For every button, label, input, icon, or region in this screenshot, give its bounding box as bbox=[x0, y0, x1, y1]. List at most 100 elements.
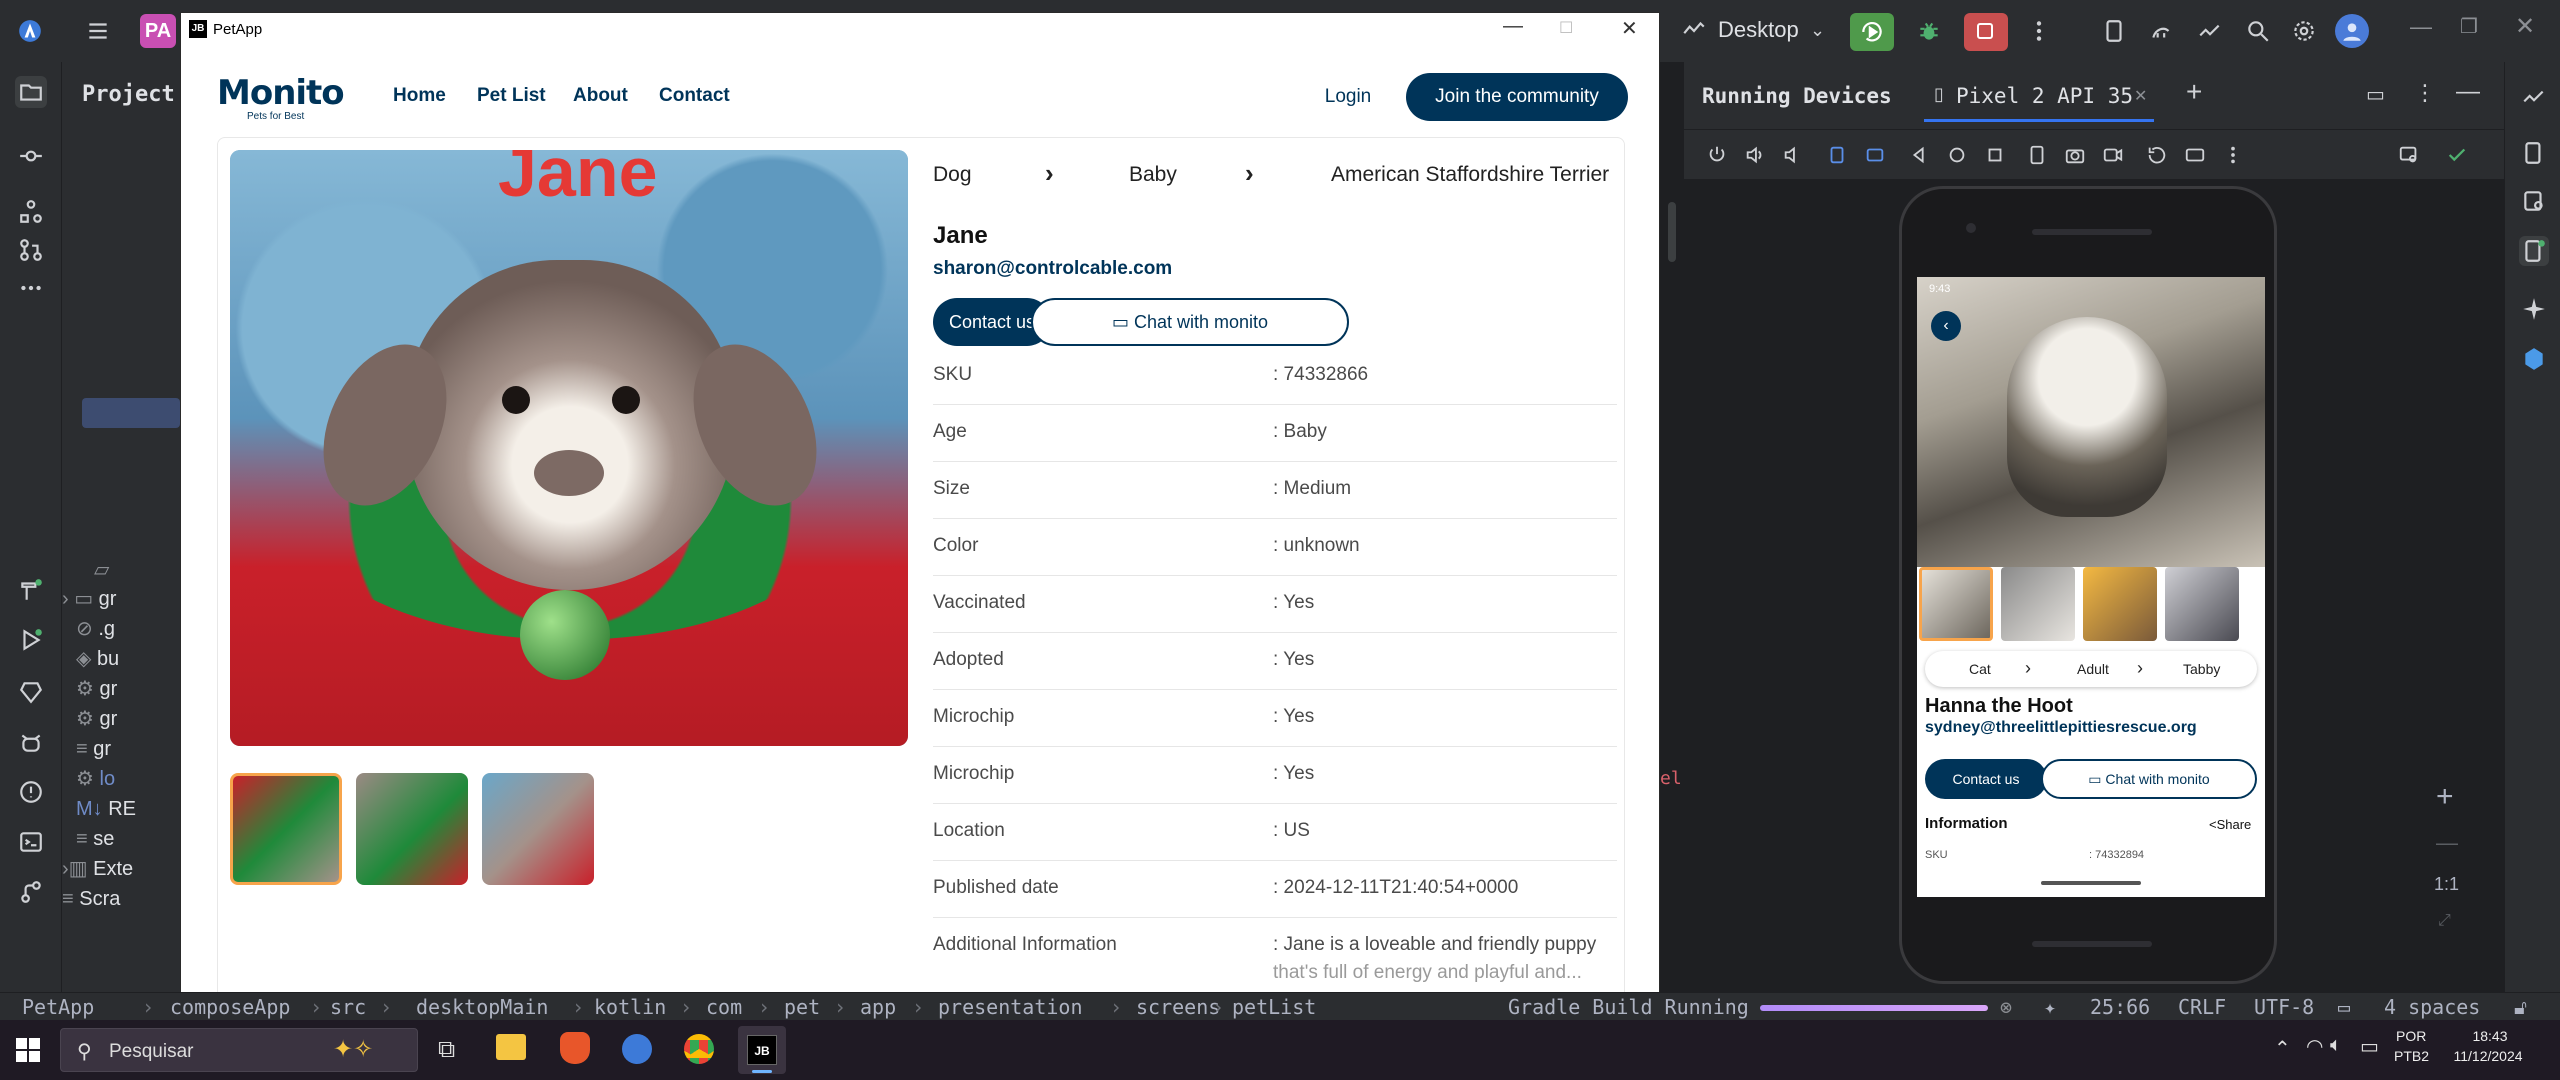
tree-row[interactable]: M↓ RE bbox=[62, 794, 180, 824]
folder-icon[interactable] bbox=[15, 76, 47, 108]
breadcrumb-item[interactable]: kotlin bbox=[594, 995, 666, 1019]
tree-row[interactable]: ≡ gr bbox=[62, 734, 180, 764]
thumbnail[interactable] bbox=[356, 773, 468, 885]
terminal-icon[interactable] bbox=[15, 826, 47, 858]
logcat-icon[interactable] bbox=[15, 726, 47, 758]
breadcrumb-item[interactable]: presentation bbox=[938, 995, 1083, 1019]
join-community-button[interactable]: Join the community bbox=[1406, 73, 1628, 121]
inspect-icon[interactable] bbox=[2396, 142, 2422, 168]
zoom-out-icon[interactable]: — bbox=[2436, 830, 2458, 856]
avatar[interactable] bbox=[2335, 14, 2369, 48]
tab-close-icon[interactable]: ✕ bbox=[2134, 86, 2147, 106]
rotate-left-icon[interactable] bbox=[1824, 142, 1850, 168]
sparkle-icon[interactable] bbox=[2519, 294, 2549, 324]
pet-email[interactable]: sydney@threelittlepittiesrescue.org bbox=[1925, 719, 2197, 737]
breadcrumb-item[interactable]: com bbox=[706, 995, 742, 1019]
crumb[interactable]: Adult bbox=[2077, 661, 2109, 677]
thumbnail[interactable] bbox=[1919, 567, 1993, 641]
clock-time[interactable]: 18:43 bbox=[2460, 1028, 2520, 1044]
breadcrumb-item[interactable]: composeApp bbox=[170, 995, 290, 1019]
crumb-species[interactable]: Dog bbox=[933, 163, 972, 187]
thumbnail[interactable] bbox=[230, 773, 342, 885]
more-vertical-icon[interactable] bbox=[2220, 142, 2246, 168]
overview-icon[interactable] bbox=[1982, 142, 2008, 168]
start-icon[interactable] bbox=[16, 1038, 40, 1062]
contact-button[interactable]: Contact us bbox=[1925, 759, 2047, 799]
nav-pet-list[interactable]: Pet List bbox=[477, 85, 546, 107]
thumbnail[interactable] bbox=[2165, 567, 2239, 641]
notifications-icon[interactable] bbox=[2519, 82, 2549, 112]
run-button[interactable] bbox=[1850, 13, 1894, 51]
task-view-icon[interactable]: ⧉ bbox=[438, 1036, 455, 1064]
crumb-breed[interactable]: American Staffordshire Terrier bbox=[1331, 163, 1609, 187]
back-button[interactable]: ‹ bbox=[1931, 311, 1961, 341]
crumb[interactable]: Tabby bbox=[2183, 661, 2220, 677]
volume-down-icon[interactable] bbox=[1780, 142, 1806, 168]
thumbnail[interactable] bbox=[482, 773, 594, 885]
close-icon[interactable]: ✕ bbox=[2515, 12, 2535, 41]
search-icon[interactable] bbox=[2244, 17, 2272, 45]
android-studio-icon[interactable] bbox=[622, 1034, 652, 1064]
debug-icon[interactable] bbox=[1915, 17, 1943, 45]
problems-icon[interactable] bbox=[15, 776, 47, 808]
breadcrumb-item[interactable]: desktopMain bbox=[416, 995, 548, 1019]
restore-icon[interactable]: ❐ bbox=[2460, 14, 2478, 39]
volume-up-icon[interactable] bbox=[1742, 142, 1768, 168]
login-button[interactable]: Login bbox=[1291, 73, 1405, 121]
power-icon[interactable] bbox=[1704, 142, 1730, 168]
ai-icon[interactable]: ✦ bbox=[2044, 995, 2056, 1019]
chat-button[interactable]: ▭ Chat with monito bbox=[1031, 298, 1349, 346]
app-logo-icon[interactable] bbox=[16, 17, 44, 45]
hide-panel-icon[interactable]: — bbox=[2456, 78, 2480, 106]
tree-row[interactable]: ▱ bbox=[62, 555, 180, 585]
gear-icon[interactable] bbox=[2290, 17, 2318, 45]
reset-icon[interactable] bbox=[2144, 142, 2170, 168]
device-selector[interactable]: Desktop bbox=[1718, 17, 1799, 43]
breadcrumb-item[interactable]: PetApp bbox=[22, 995, 94, 1019]
tree-row[interactable]: ≡ se bbox=[62, 824, 180, 854]
breadcrumb-item[interactable]: petList bbox=[1232, 995, 1316, 1019]
crumb-age[interactable]: Baby bbox=[1129, 163, 1177, 187]
zoom-label[interactable]: 1:1 bbox=[2434, 874, 2459, 895]
nav-contact[interactable]: Contact bbox=[659, 85, 730, 107]
wifi-icon[interactable]: ◠ bbox=[2306, 1034, 2323, 1059]
home-icon[interactable] bbox=[1944, 142, 1970, 168]
build-icon[interactable] bbox=[15, 574, 47, 606]
tree-row[interactable]: ⚙ gr bbox=[62, 704, 180, 734]
input-language[interactable]: POR bbox=[2396, 1028, 2426, 1044]
cancel-build-icon[interactable]: ⊗ bbox=[2000, 995, 2012, 1019]
gemini-icon[interactable] bbox=[2196, 17, 2224, 45]
thumbnail[interactable] bbox=[2083, 567, 2157, 641]
layout-icon[interactable]: ▭ bbox=[2366, 82, 2385, 107]
breadcrumb-item[interactable]: pet bbox=[784, 995, 820, 1019]
share-button[interactable]: <Share bbox=[2209, 817, 2251, 832]
tree-row[interactable]: › ▭ gr bbox=[62, 584, 180, 614]
editor-area[interactable]: el bbox=[1660, 62, 1684, 992]
gradle-icon[interactable] bbox=[2148, 17, 2176, 45]
close-icon[interactable]: ✕ bbox=[1621, 16, 1638, 41]
file-encoding[interactable]: UTF-8 bbox=[2254, 995, 2314, 1019]
device-info-icon[interactable] bbox=[2024, 142, 2050, 168]
commit-icon[interactable] bbox=[15, 140, 47, 172]
gemini-icon[interactable] bbox=[2519, 344, 2549, 374]
nav-home[interactable]: Home bbox=[393, 85, 446, 107]
gesture-bar[interactable] bbox=[2041, 881, 2141, 885]
minimize-icon[interactable]: — bbox=[2410, 14, 2432, 40]
thumbnail[interactable] bbox=[2001, 567, 2075, 641]
breadcrumb-item[interactable]: app bbox=[860, 995, 896, 1019]
minimize-icon[interactable]: — bbox=[1503, 15, 1523, 38]
file-explorer-icon[interactable] bbox=[496, 1034, 526, 1060]
active-app-tile[interactable]: JB bbox=[738, 1026, 786, 1074]
lock-icon[interactable]: 🔓︎ bbox=[2514, 995, 2527, 1019]
main-menu-icon[interactable] bbox=[84, 17, 112, 45]
volume-icon[interactable]: 🔈︎ bbox=[2330, 1034, 2342, 1057]
device-manager-icon[interactable] bbox=[2519, 138, 2549, 168]
tree-row[interactable]: ≡ Scra bbox=[62, 884, 180, 914]
brave-icon[interactable] bbox=[560, 1032, 590, 1064]
more-horizontal-icon[interactable] bbox=[15, 272, 47, 304]
clock-date[interactable]: 11/12/2024 bbox=[2440, 1048, 2536, 1064]
brand-logo[interactable]: Monito bbox=[217, 73, 345, 113]
build-status[interactable]: Gradle Build Running bbox=[1508, 995, 1749, 1019]
structure-icon[interactable] bbox=[15, 196, 47, 228]
more-vertical-icon[interactable] bbox=[2025, 17, 2053, 45]
